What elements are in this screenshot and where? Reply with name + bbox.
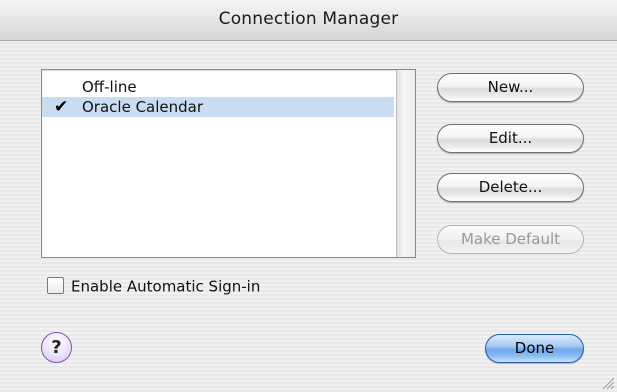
connection-label: Off-line <box>82 78 137 96</box>
connections-list-rows: Off-line ✔ Oracle Calendar <box>42 77 394 117</box>
help-button[interactable]: ? <box>41 332 72 363</box>
auto-signin-label: Enable Automatic Sign-in <box>71 277 261 296</box>
delete-button[interactable]: Delete... <box>437 173 584 202</box>
connection-label: Oracle Calendar <box>82 98 204 116</box>
connection-manager-window: Connection Manager Off-line ✔ Oracle Cal… <box>0 0 617 392</box>
new-button[interactable]: New... <box>437 73 584 102</box>
question-mark-icon: ? <box>51 337 62 358</box>
auto-signin-checkbox[interactable] <box>47 277 64 294</box>
title-bar[interactable]: Connection Manager <box>0 0 617 41</box>
list-item-offline[interactable]: Off-line <box>42 77 394 97</box>
window-title: Connection Manager <box>218 9 399 29</box>
list-item-oracle-calendar[interactable]: ✔ Oracle Calendar <box>42 97 394 117</box>
connections-list[interactable]: Off-line ✔ Oracle Calendar <box>41 69 416 258</box>
done-button[interactable]: Done <box>485 334 584 363</box>
checkmark-icon: ✔ <box>54 97 69 117</box>
make-default-button[interactable]: Make Default <box>437 225 584 254</box>
auto-signin-option[interactable]: Enable Automatic Sign-in <box>47 276 260 296</box>
edit-button[interactable]: Edit... <box>437 124 584 153</box>
resize-grip-icon[interactable] <box>599 374 615 390</box>
vertical-scrollbar[interactable] <box>396 70 415 257</box>
